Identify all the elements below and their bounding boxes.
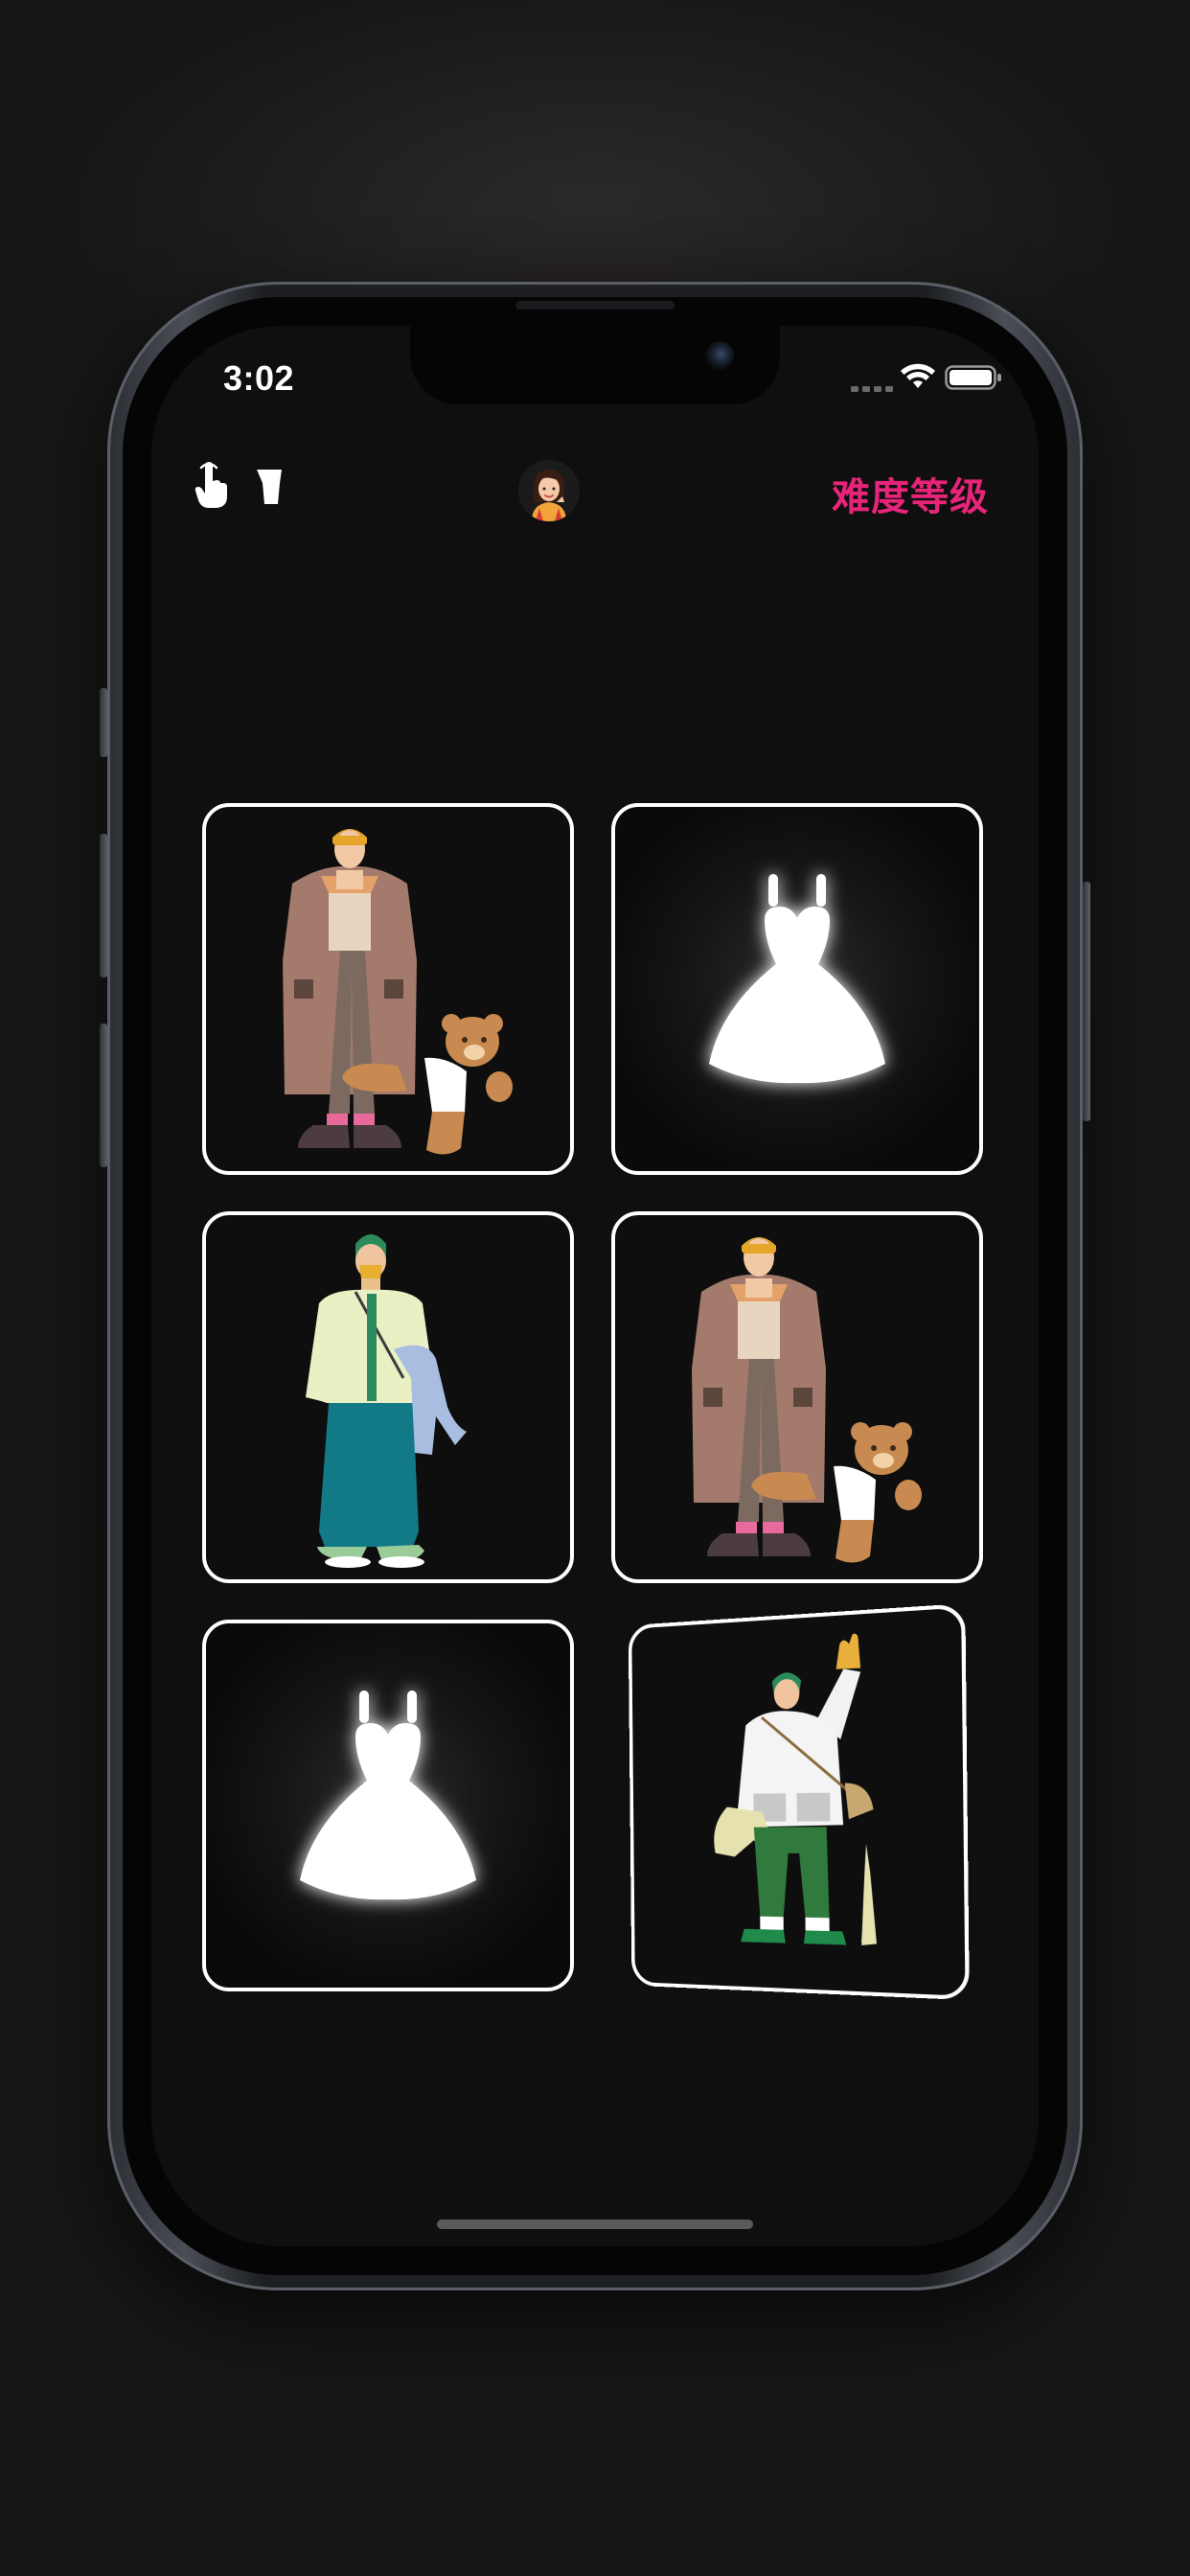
man-teddy-bear-illustration: [615, 1215, 979, 1579]
wifi-icon: [899, 362, 937, 391]
volume-up-button: [100, 834, 107, 978]
cellular-signal-icon: [851, 385, 893, 393]
memory-card-3[interactable]: [202, 1211, 574, 1583]
earpiece-speaker: [515, 301, 675, 310]
woman-scarf-illustration: [206, 1215, 570, 1579]
volume-down-button: [100, 1024, 107, 1167]
white-dress-icon: [615, 807, 979, 1171]
memory-card-2[interactable]: [611, 803, 983, 1175]
home-indicator[interactable]: [437, 2220, 753, 2229]
battery-icon: [945, 364, 1002, 391]
cup-icon[interactable]: [257, 470, 282, 504]
hand-pointer-icon[interactable]: [194, 462, 230, 510]
silent-switch: [100, 688, 107, 757]
front-camera-icon: [705, 341, 734, 370]
memory-card-4[interactable]: [611, 1211, 983, 1583]
status-time: 3:02: [223, 358, 294, 399]
avatar[interactable]: [518, 460, 580, 521]
memory-card-6[interactable]: [629, 1603, 970, 2000]
app-screen: 3:02 难度等级: [151, 326, 1039, 2246]
memory-card-1[interactable]: [202, 803, 574, 1175]
power-button: [1083, 882, 1090, 1121]
difficulty-level-button[interactable]: 难度等级: [832, 466, 989, 521]
memory-card-5[interactable]: [202, 1620, 574, 1991]
girl-waving-illustration: [631, 1608, 965, 1996]
girl-avatar-icon: [518, 460, 580, 521]
white-dress-icon: [206, 1623, 570, 1988]
man-teddy-bear-illustration: [206, 807, 570, 1171]
notch: [410, 326, 780, 404]
